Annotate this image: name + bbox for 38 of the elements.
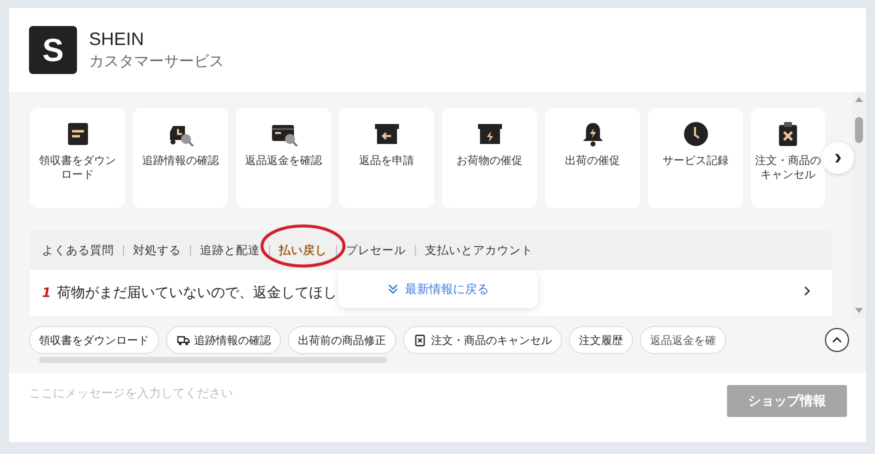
double-chevron-down-icon xyxy=(387,283,399,295)
shortcut-tile[interactable]: お荷物の催促 xyxy=(442,108,537,208)
collapse-button[interactable] xyxy=(825,328,849,352)
shortcut-tile[interactable]: 注文・商品のキャンセル xyxy=(751,108,825,208)
shortcut-tile[interactable]: 領収書をダウンロード xyxy=(30,108,125,208)
shortcut-tile[interactable]: 追跡情報の確認 xyxy=(133,108,228,208)
category-tab[interactable]: 払い戻し xyxy=(279,242,327,258)
shortcut-tile[interactable]: 返品返金を確認 xyxy=(236,108,331,208)
scroll-up-icon[interactable] xyxy=(855,96,863,102)
chevron-right-icon xyxy=(802,284,812,298)
quick-reply-chip[interactable]: 領収書をダウンロード xyxy=(29,326,159,354)
vertical-scrollbar[interactable] xyxy=(852,92,866,318)
category-tab[interactable]: プレセール xyxy=(346,242,406,258)
brand-name: SHEIN xyxy=(89,29,146,50)
shortcut-tile[interactable]: 出荷の催促 xyxy=(545,108,640,208)
brand-logo: S xyxy=(29,26,77,74)
scroll-down-icon[interactable] xyxy=(855,308,863,314)
truck-icon xyxy=(176,333,190,347)
quick-reply-chip[interactable]: 出荷前の商品修正 xyxy=(288,326,396,354)
quick-reply-chip[interactable]: 注文・商品のキャンセル xyxy=(403,326,562,354)
clipboard-x-icon xyxy=(413,333,427,347)
category-tab[interactable]: 追跡と配達 xyxy=(200,242,260,258)
page-subtitle: カスタマーサービス xyxy=(89,52,224,71)
question-number: 1 xyxy=(42,286,52,300)
question-link[interactable]: 荷物がまだ届いていないので、返金してほし xyxy=(57,284,338,302)
shortcut-tile[interactable]: サービス記録 xyxy=(648,108,743,208)
quick-reply-chip[interactable]: 返品返金を確 xyxy=(640,326,726,354)
back-to-latest-button[interactable]: 最新情報に戻る xyxy=(338,270,538,308)
horizontal-scrollbar[interactable] xyxy=(39,357,387,363)
category-tab[interactable]: よくある質問 xyxy=(42,242,114,258)
category-tab[interactable]: 対処する xyxy=(133,242,181,258)
quick-reply-chip[interactable]: 注文履歴 xyxy=(569,326,633,354)
category-tab[interactable]: 支払いとアカウント xyxy=(425,242,533,258)
shortcut-tile[interactable]: 返品を申請 xyxy=(339,108,434,208)
quick-reply-chip[interactable]: 追跡情報の確認 xyxy=(166,326,281,354)
next-button[interactable]: › xyxy=(822,142,854,174)
scrollbar-thumb[interactable] xyxy=(855,117,863,143)
clock-icon xyxy=(682,120,710,148)
